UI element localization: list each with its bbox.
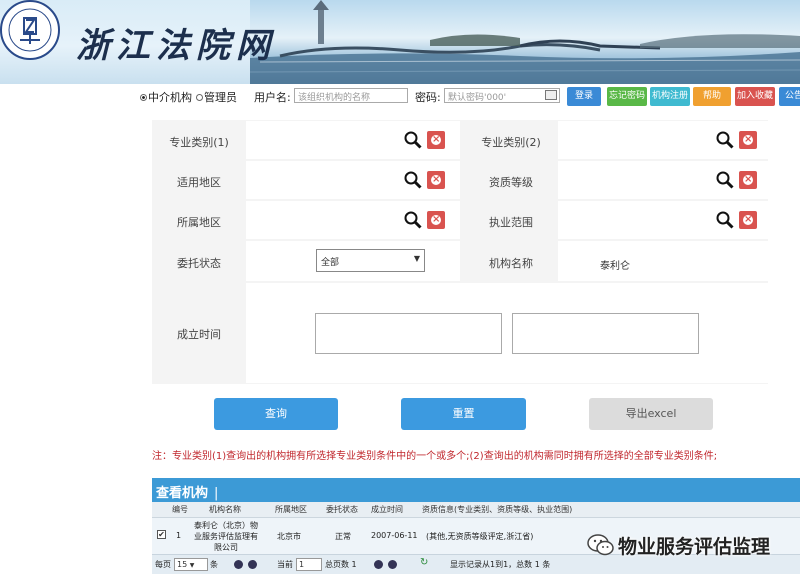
- search-note: 注：专业类别(1)查询出的机构拥有所选择专业类别条件中的一个或多个;(2)查询出…: [152, 451, 718, 462]
- established-label: 成立时间: [177, 328, 221, 341]
- col-region: 所属地区: [275, 505, 307, 514]
- role-radio-agency[interactable]: 中介机构: [140, 89, 192, 105]
- next-page-icon[interactable]: [374, 560, 383, 569]
- col-date: 成立时间: [371, 505, 403, 514]
- region-label: 所属地区: [177, 216, 221, 229]
- export-excel-button[interactable]: 导出excel: [589, 398, 713, 430]
- row-date: 2007-06-11: [371, 531, 418, 540]
- password-label: 密码:: [415, 91, 441, 104]
- role-radio-admin[interactable]: 管理员: [196, 89, 237, 105]
- org-name-label: 机构名称: [489, 257, 533, 270]
- results-title: 查看机构: [156, 486, 209, 501]
- per-page-suffix: 条: [210, 560, 218, 569]
- radio-unchecked-icon[interactable]: [196, 94, 203, 101]
- role-radio-agency-label: 中介机构: [148, 91, 192, 104]
- row-name-line3: 限公司: [214, 543, 238, 552]
- status-select[interactable]: 全部 ▼: [316, 249, 425, 272]
- current-page-input[interactable]: 1: [296, 558, 322, 571]
- court-emblem-logo: [0, 0, 60, 60]
- reset-button[interactable]: 重置: [401, 398, 526, 430]
- established-start-input[interactable]: [315, 313, 502, 354]
- records-summary: 显示记录从1到1，总数 1 条: [450, 560, 551, 569]
- col-status: 委托状态: [326, 505, 358, 514]
- org-register-button[interactable]: 机构注册: [650, 87, 690, 106]
- search-icon[interactable]: [716, 131, 734, 149]
- search-icon[interactable]: [404, 171, 422, 189]
- login-button[interactable]: 登录: [567, 87, 601, 106]
- established-end-input[interactable]: [512, 313, 699, 354]
- login-bar: 中介机构 管理员 用户名: 该组织机构的名称 密码: 默认密码'000' 登录 …: [0, 86, 800, 108]
- scope-label: 执业范围: [489, 216, 533, 229]
- row-checkbox[interactable]: ✔: [157, 530, 166, 539]
- status-select-value: 全部: [321, 258, 340, 268]
- help-button[interactable]: 帮助: [693, 87, 731, 106]
- row-no: 1: [176, 531, 182, 540]
- col-no: 编号: [172, 505, 188, 514]
- watermark-text: 物业服务评估监理: [618, 536, 771, 558]
- refresh-icon[interactable]: ↻: [420, 557, 428, 568]
- prev-page-icon[interactable]: [248, 560, 257, 569]
- area-label: 适用地区: [177, 176, 221, 189]
- row-qualification: (其他,无资质等级评定,浙江省): [426, 532, 534, 541]
- org-name-value[interactable]: 泰利仑: [600, 257, 630, 272]
- row-name-line2: 业服务评估监理有: [194, 532, 258, 541]
- field2-label: 专业类别(2): [481, 136, 541, 149]
- field2-value-cell[interactable]: [558, 121, 768, 159]
- current-page-label: 当前: [277, 560, 293, 569]
- scope-value-cell[interactable]: [558, 201, 768, 239]
- clear-icon[interactable]: ×: [427, 131, 445, 149]
- search-icon[interactable]: [404, 131, 422, 149]
- forgot-password-button[interactable]: 忘记密码: [607, 87, 647, 106]
- org-name-value-cell: [558, 241, 768, 281]
- results-header: 查看机构 |: [152, 478, 800, 502]
- per-page-label: 每页: [155, 560, 171, 569]
- search-icon[interactable]: [716, 171, 734, 189]
- notice-button[interactable]: 公告: [779, 87, 800, 106]
- total-pages: 总页数 1: [325, 560, 357, 569]
- per-page-select[interactable]: 15 ▼: [174, 558, 208, 571]
- username-label: 用户名:: [254, 91, 291, 104]
- site-title: 浙江法院网: [76, 26, 276, 66]
- search-button[interactable]: 查询: [214, 398, 338, 430]
- wechat-icon: [587, 534, 614, 556]
- first-page-icon[interactable]: [234, 560, 243, 569]
- level-label: 资质等级: [489, 176, 533, 189]
- results-title-bar: |: [214, 486, 219, 501]
- search-icon[interactable]: [716, 211, 734, 229]
- role-radio-admin-label: 管理员: [204, 91, 237, 104]
- field1-label: 专业类别(1): [169, 136, 229, 149]
- site-banner: 浙江法院网: [0, 0, 800, 84]
- per-page-value: 15: [177, 560, 188, 569]
- col-name: 机构名称: [209, 505, 241, 514]
- search-icon[interactable]: [404, 211, 422, 229]
- clear-icon[interactable]: ×: [739, 131, 757, 149]
- radio-checked-icon[interactable]: [140, 94, 147, 101]
- level-value-cell[interactable]: [558, 161, 768, 199]
- add-favorite-button[interactable]: 加入收藏: [735, 87, 775, 106]
- caret-down-icon: ▼: [413, 254, 420, 263]
- results-table-header: 编号 机构名称 所属地区 委托状态 成立时间 资质信息(专业类别、资质等级、执业…: [152, 502, 800, 518]
- row-name-line1: 泰利仑（北京）物: [194, 521, 258, 530]
- last-page-icon[interactable]: [388, 560, 397, 569]
- clear-icon[interactable]: ×: [427, 211, 445, 229]
- keyboard-icon[interactable]: [545, 90, 557, 100]
- row-status: 正常: [335, 532, 351, 541]
- username-input[interactable]: 该组织机构的名称: [294, 88, 408, 103]
- password-input[interactable]: 默认密码'000': [444, 88, 560, 103]
- caret-down-icon: ▼: [189, 562, 195, 569]
- clear-icon[interactable]: ×: [427, 171, 445, 189]
- row-region: 北京市: [277, 532, 301, 541]
- status-label: 委托状态: [177, 257, 221, 270]
- clear-icon[interactable]: ×: [739, 171, 757, 189]
- clear-icon[interactable]: ×: [739, 211, 757, 229]
- col-qualification: 资质信息(专业类别、资质等级、执业范围): [422, 505, 573, 514]
